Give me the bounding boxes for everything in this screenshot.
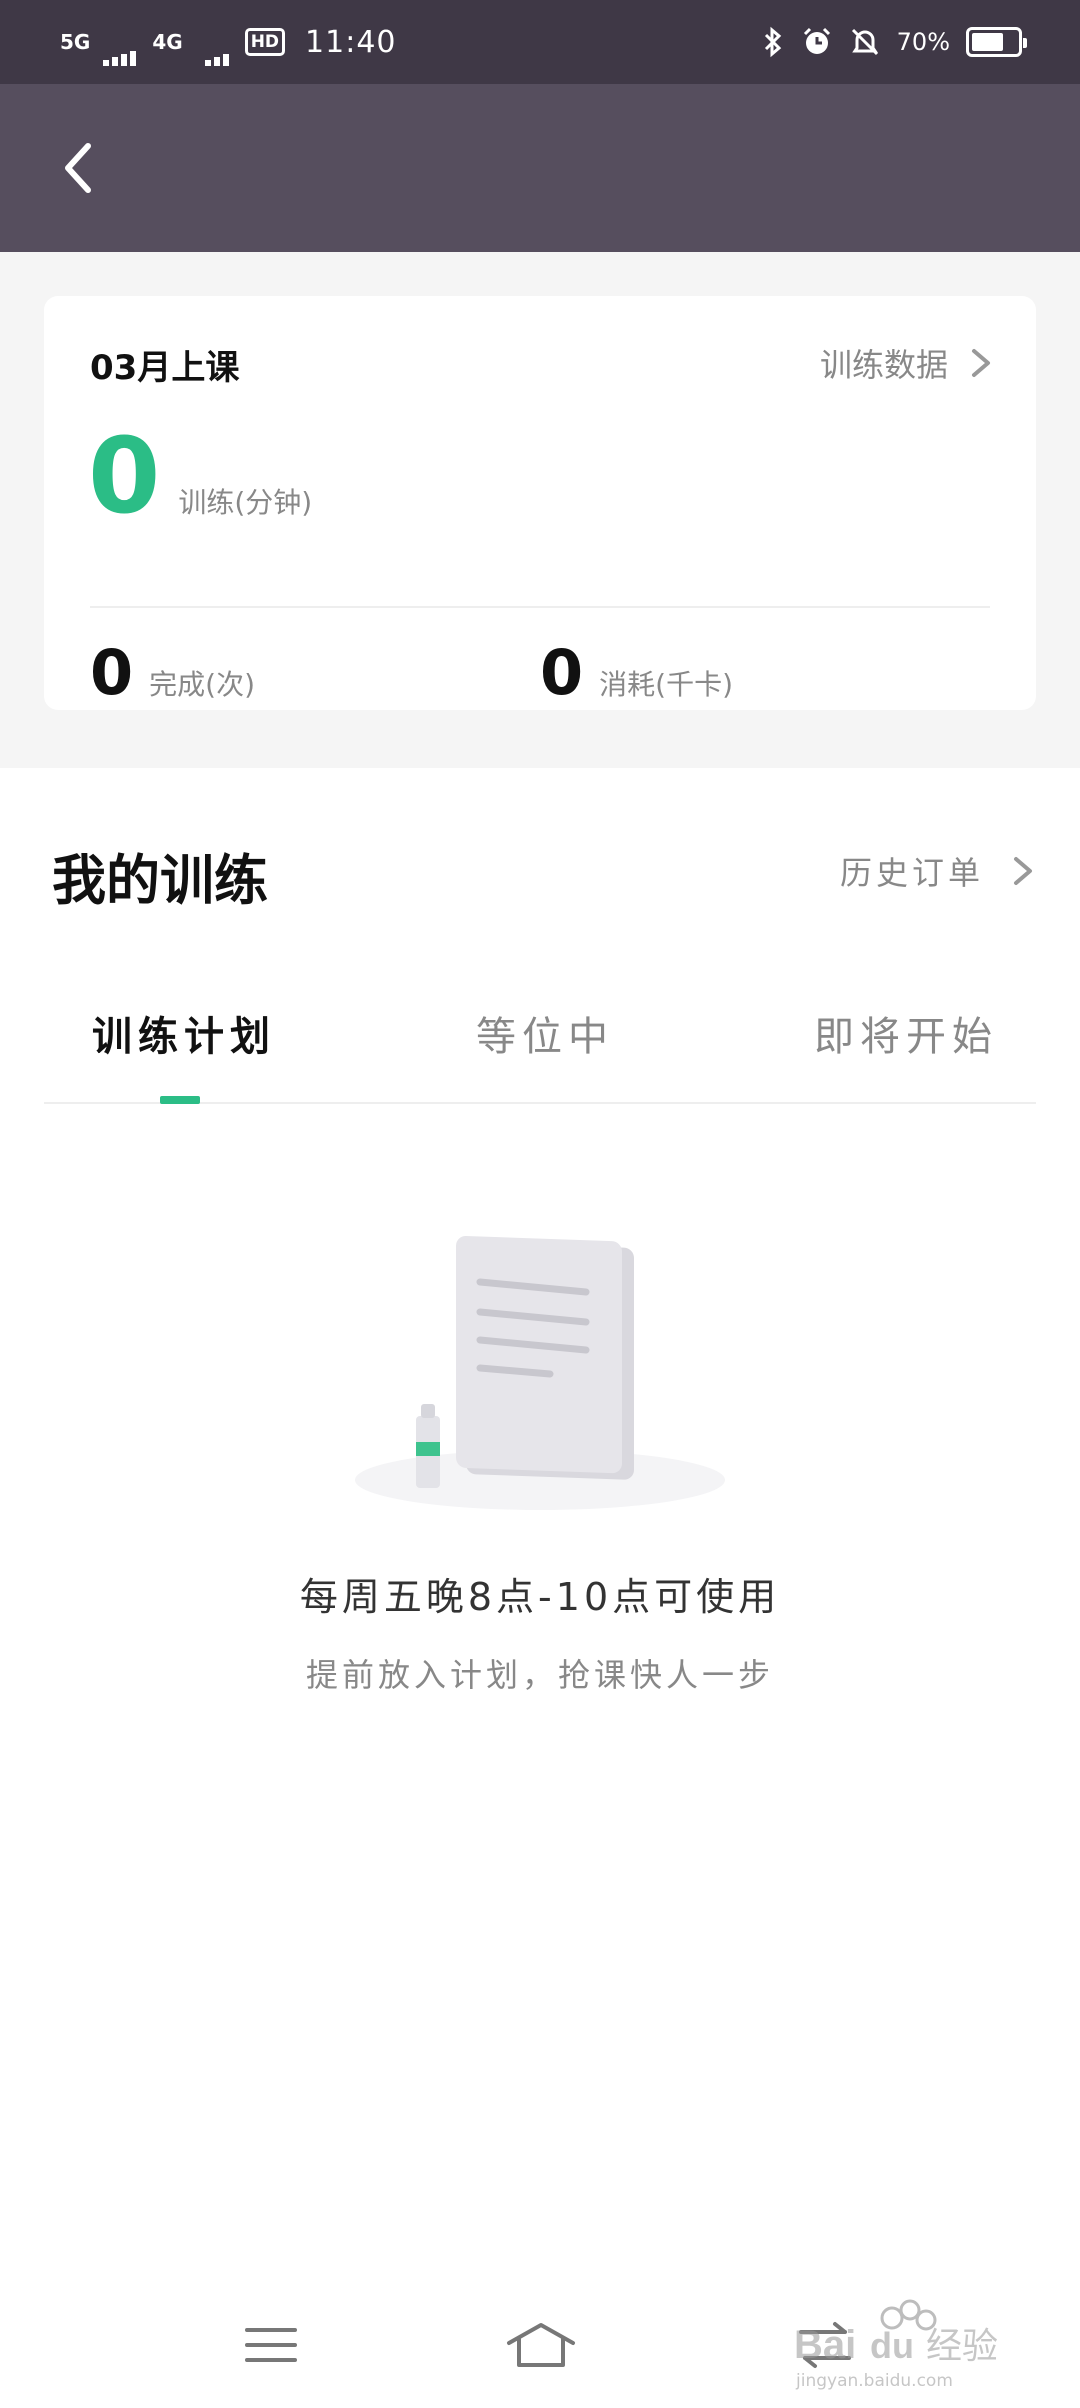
training-minutes-label: 训练(分钟) [178,486,313,519]
calorie-stat: 0 消耗(千卡) [540,642,733,704]
status-bar: 5G 4G HD 11:40 70% [0,0,1080,84]
tab-upcoming[interactable]: 即将开始 [814,1004,998,1062]
paw-logo-icon: Bai du 经验 jingyan.baidu.com [794,2299,998,2391]
month-title: 03月上课 [90,348,240,388]
training-data-link[interactable]: 训练数据 [820,340,994,386]
tab-waiting[interactable]: 等位中 [476,1004,614,1062]
chevron-right-icon [1014,857,1032,885]
card-divider [90,606,990,608]
signal-bars-icon [103,51,137,66]
battery-text: 70% [896,28,950,56]
nav-home-button[interactable] [496,2310,586,2380]
tab-training-plan[interactable]: 训练计划 [92,1004,276,1062]
watermark-jingyan: 经验 [926,2326,998,2367]
empty-state-subtitle: 提前放入计划，抢课快人一步 [305,1656,774,1694]
stats-section: 03月上课 训练数据 0 训练(分钟) 0 完成(次) 0 消耗(千卡) [0,252,1080,768]
mute-icon [851,28,878,56]
status-bar-right: 70% [761,26,1027,58]
training-minutes-value: 0 [88,415,161,537]
calorie-label: 消耗(千卡) [599,668,733,701]
complete-label: 完成(次) [149,668,255,701]
nav-menu-button[interactable] [226,2310,316,2380]
empty-document-illustration [355,1236,725,1510]
menu-icon [245,2328,297,2362]
battery-fill [972,33,1003,51]
complete-stat: 0 完成(次) [90,642,255,704]
hd-badge: HD [244,28,286,56]
home-icon [507,2323,575,2367]
network-4g-label: 4G [152,30,183,54]
alarm-icon [803,27,830,54]
network-5g: 5G [60,30,137,66]
training-tabs: 训练计划 等位中 即将开始 [44,960,1036,1104]
my-training-title: 我的训练 [52,849,268,912]
stats-card: 03月上课 训练数据 0 训练(分钟) 0 完成(次) 0 消耗(千卡) [44,296,1036,710]
app-header [0,84,1080,252]
bluetooth-icon [764,26,781,58]
status-bar-left: 5G 4G HD 11:40 [60,24,397,66]
signal-bars-icon [204,54,229,66]
chevron-right-icon [972,349,990,377]
status-time: 11:40 [305,24,397,60]
empty-state-title: 每周五晚8点-10点可使用 [299,1575,781,1619]
watermark-bai: Bai [794,2323,856,2367]
watermark-du: du [870,2325,914,2366]
training-minutes-stat: 0 训练(分钟) [88,424,312,528]
tab-indicator [160,1096,200,1104]
baidu-jingyan-watermark: Bai du 经验 jingyan.baidu.com [784,2296,1024,2396]
back-button[interactable] [44,128,124,208]
calorie-value: 0 [540,636,584,709]
chevron-left-icon [65,143,91,193]
watermark-url: jingyan.baidu.com [795,2371,953,2391]
history-orders-label: 历史订单 [839,854,984,892]
training-data-label: 训练数据 [819,346,948,384]
network-5g-label: 5G [60,30,91,54]
history-orders-link[interactable]: 历史订单 [840,848,1036,894]
network-4g: 4G [152,30,229,66]
battery-icon [966,27,1027,57]
complete-value: 0 [90,636,134,709]
